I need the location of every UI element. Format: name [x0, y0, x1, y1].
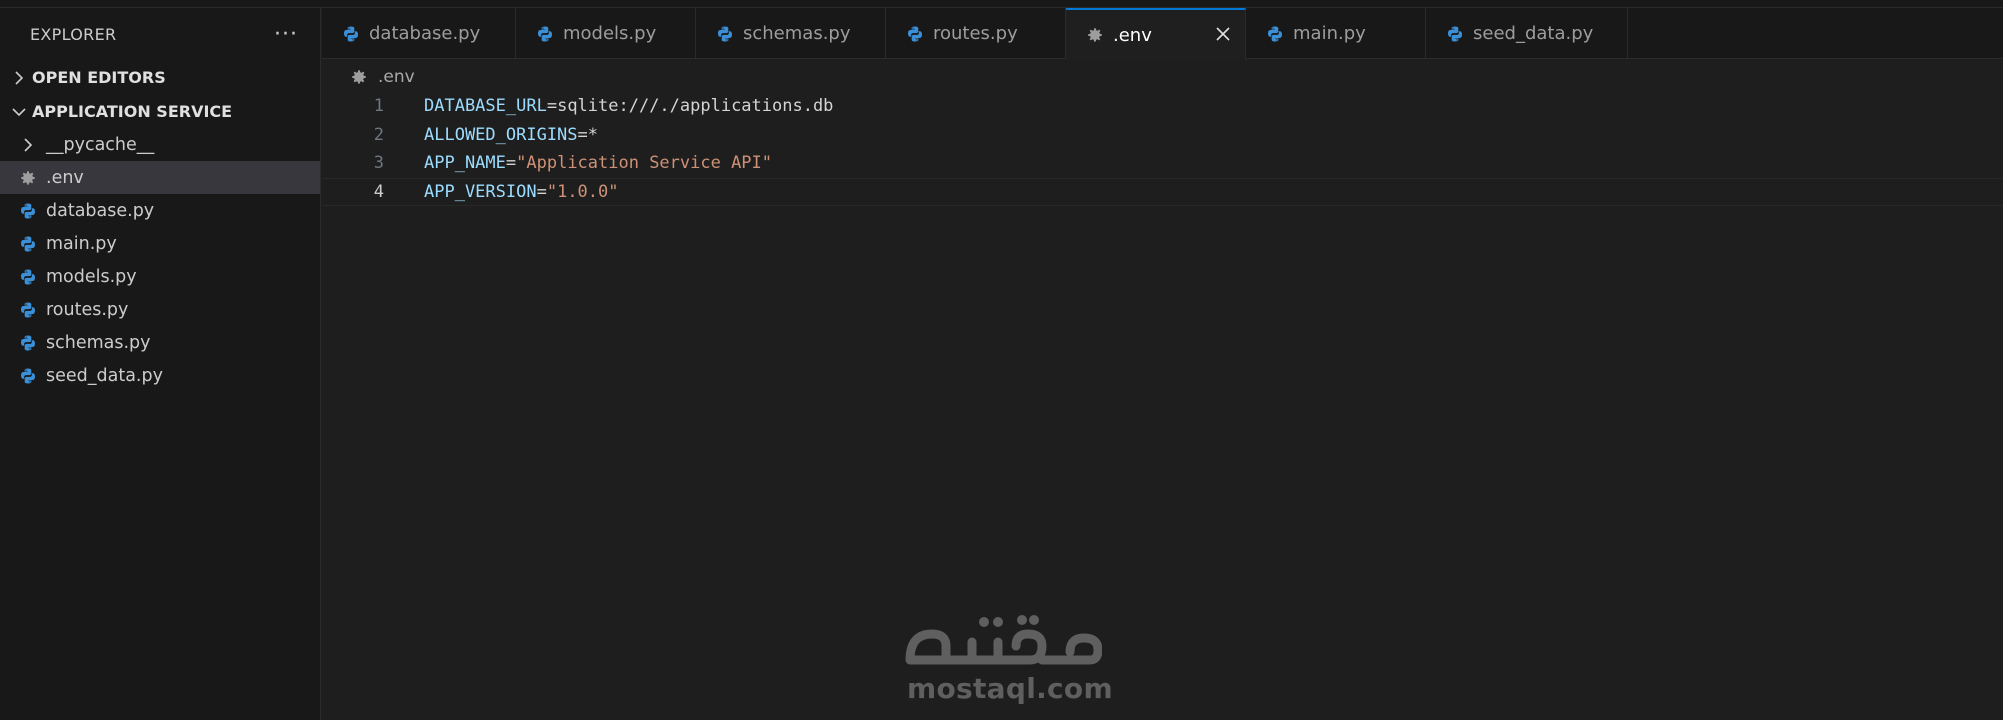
project-section[interactable]: APPLICATION SERVICE: [0, 95, 320, 128]
tab-label: database.py: [369, 23, 481, 44]
tab-routes[interactable]: routes.py: [886, 8, 1066, 59]
python-icon: [18, 333, 38, 353]
python-icon: [18, 267, 38, 287]
line-number: 4: [373, 181, 384, 202]
code-text: APP_VERSION="1.0.0": [424, 182, 619, 202]
title-bar-strip: [0, 0, 2003, 8]
gear-icon: [18, 168, 38, 188]
tree-file-schemas[interactable]: schemas.py: [0, 326, 320, 359]
line-number: 3: [373, 153, 384, 174]
env-value: "1.0.0": [546, 181, 619, 202]
close-icon[interactable]: [1213, 24, 1233, 44]
tab-env[interactable]: .env: [1066, 8, 1246, 60]
tab-seed-data[interactable]: seed_data.py: [1426, 8, 1628, 59]
tree-item-label: seed_data.py: [46, 365, 163, 386]
tab-label: models.py: [563, 23, 657, 44]
python-icon: [342, 25, 360, 43]
line-number: 1: [373, 96, 384, 117]
more-actions-icon[interactable]: ···: [274, 22, 298, 47]
env-key: DATABASE_URL: [424, 96, 547, 117]
gear-icon: [350, 68, 368, 86]
equals-sign: =: [505, 153, 517, 174]
gear-icon: [1086, 26, 1104, 44]
tab-label: seed_data.py: [1473, 23, 1594, 44]
tab-schemas[interactable]: schemas.py: [696, 8, 886, 59]
project-label: APPLICATION SERVICE: [32, 102, 233, 121]
chevron-down-icon: [8, 102, 30, 122]
tab-main[interactable]: main.py: [1246, 8, 1426, 59]
python-icon: [18, 366, 38, 386]
env-value: *: [587, 124, 599, 145]
tree-file-main[interactable]: main.py: [0, 227, 320, 260]
code-text: ALLOWED_ORIGINS=*: [424, 125, 598, 145]
watermark-text: mostaql.com: [907, 672, 1113, 705]
tree-item-label: database.py: [46, 200, 155, 221]
tree-file-models[interactable]: models.py: [0, 260, 320, 293]
breadcrumb-file: .env: [378, 67, 415, 87]
python-icon: [536, 25, 554, 43]
code-line[interactable]: 3 APP_NAME="Application Service API": [322, 149, 2003, 178]
tree-item-label: schemas.py: [46, 332, 151, 353]
tree-file-routes[interactable]: routes.py: [0, 293, 320, 326]
line-number: 2: [373, 124, 384, 145]
open-editors-label: OPEN EDITORS: [32, 68, 166, 87]
python-icon: [18, 201, 38, 221]
explorer-header: EXPLORER ···: [0, 8, 320, 60]
editor-tab-bar: database.py models.py schemas.py routes.…: [322, 8, 2003, 60]
tab-models[interactable]: models.py: [516, 8, 696, 59]
code-line-current[interactable]: 4 APP_VERSION="1.0.0": [322, 177, 2003, 206]
explorer-sidebar: EXPLORER ··· OPEN EDITORS APPLICATION SE…: [0, 8, 321, 720]
python-icon: [906, 25, 924, 43]
env-value: sqlite:///./applications.db: [557, 96, 834, 117]
equals-sign: =: [536, 181, 547, 202]
chevron-right-icon: [8, 68, 30, 88]
tab-label: schemas.py: [743, 23, 851, 44]
env-key: ALLOWED_ORIGINS: [424, 124, 578, 145]
code-text: DATABASE_URL=sqlite:///./applications.db: [424, 96, 833, 116]
env-value: "Application Service API": [516, 153, 773, 174]
equals-sign: =: [577, 124, 588, 145]
python-icon: [1266, 25, 1284, 43]
tree-file-env[interactable]: .env: [0, 161, 320, 194]
explorer-title: EXPLORER: [30, 24, 117, 44]
tab-label: main.py: [1293, 23, 1366, 44]
env-key: APP_VERSION: [424, 181, 537, 202]
breadcrumb[interactable]: .env: [350, 65, 415, 89]
tree-item-label: __pycache__: [46, 134, 155, 155]
python-icon: [1446, 25, 1464, 43]
tree-folder-pycache[interactable]: __pycache__: [0, 128, 320, 161]
tab-database[interactable]: database.py: [322, 8, 516, 59]
tree-item-label: .env: [46, 167, 84, 188]
code-line[interactable]: 2 ALLOWED_ORIGINS=*: [322, 121, 2003, 150]
python-icon: [716, 25, 734, 43]
code-line[interactable]: 1 DATABASE_URL=sqlite:///./applications.…: [322, 92, 2003, 121]
tab-label: routes.py: [933, 23, 1018, 44]
open-editors-section[interactable]: OPEN EDITORS: [0, 60, 320, 95]
tree-item-label: routes.py: [46, 299, 129, 320]
python-icon: [18, 300, 38, 320]
equals-sign: =: [546, 96, 558, 117]
tree-item-label: main.py: [46, 233, 117, 254]
tab-label: .env: [1113, 24, 1152, 46]
python-icon: [18, 234, 38, 254]
code-text: APP_NAME="Application Service API": [424, 153, 772, 173]
tree-file-database[interactable]: database.py: [0, 194, 320, 227]
tree-item-label: models.py: [46, 266, 137, 287]
chevron-right-icon: [18, 135, 38, 155]
env-key: APP_NAME: [424, 153, 506, 174]
code-editor[interactable]: 1 DATABASE_URL=sqlite:///./applications.…: [322, 92, 2003, 206]
tree-file-seed-data[interactable]: seed_data.py: [0, 359, 320, 392]
